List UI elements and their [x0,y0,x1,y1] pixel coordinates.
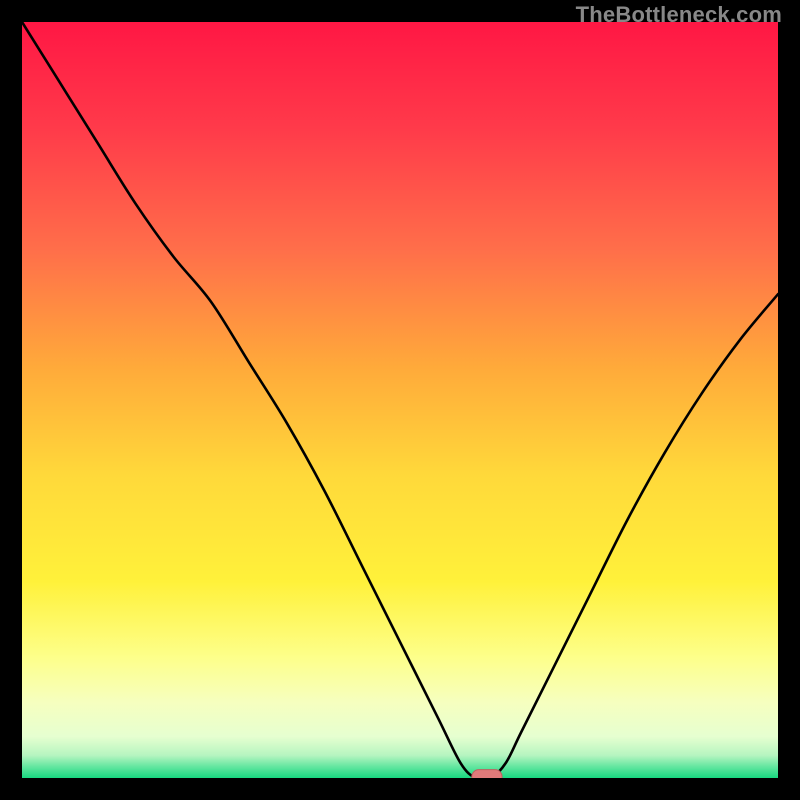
chart-background [22,22,778,778]
optimal-marker [472,770,502,778]
watermark-text: TheBottleneck.com [576,2,782,28]
bottleneck-chart [22,22,778,778]
chart-frame: TheBottleneck.com [0,0,800,800]
